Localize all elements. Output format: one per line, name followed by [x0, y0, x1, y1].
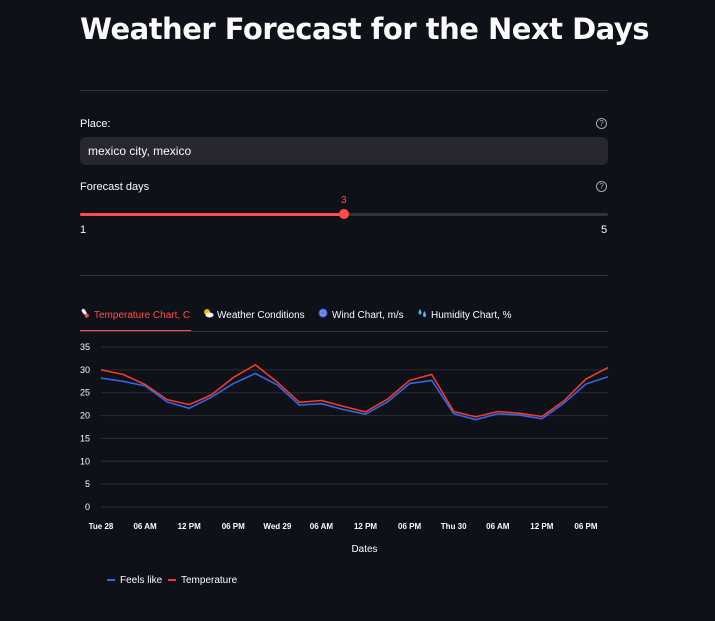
x-tick-label: 12 PM [530, 522, 553, 531]
slider-max-label: 5 [601, 224, 608, 236]
legend-feels-like[interactable]: Feels like [107, 575, 162, 586]
x-tick-label: Tue 28 [89, 522, 114, 531]
slider-value: 3 [341, 195, 347, 206]
y-tick-label: 35 [80, 342, 90, 352]
thermometer-icon [80, 308, 90, 320]
sun-behind-cloud-icon [203, 308, 214, 320]
legend-temperature[interactable]: Temperature [168, 575, 237, 586]
y-tick-label: 20 [80, 411, 90, 421]
x-tick-label: 12 PM [178, 522, 201, 531]
cyclone-icon [318, 308, 328, 320]
x-tick-label: 06 PM [574, 522, 597, 531]
x-tick-label: Wed 29 [263, 522, 291, 531]
place-input[interactable]: mexico city, mexico [80, 137, 608, 165]
temperature-line [100, 363, 609, 418]
tab-weather-conditions[interactable]: Weather Conditions [203, 308, 305, 321]
x-tick-label: 06 AM [486, 522, 510, 531]
x-tick-label: Thu 30 [441, 522, 467, 531]
forecast-days-help-icon[interactable]: ? [596, 181, 607, 192]
droplets-icon [417, 308, 427, 320]
y-tick-label: 5 [85, 479, 90, 489]
x-tick-label: 06 AM [310, 522, 334, 531]
tab-humidity-chart[interactable]: Humidity Chart, % [417, 308, 512, 321]
slider-min-label: 1 [80, 224, 87, 236]
x-tick-label: 06 PM [222, 522, 245, 531]
x-tick-label: 06 AM [133, 522, 157, 531]
slider-fill [80, 213, 344, 216]
tab-label: Weather Conditions [217, 310, 305, 321]
place-label: Place: [80, 118, 111, 130]
top-divider [80, 90, 608, 91]
tab-wind-chart[interactable]: Wind Chart, m/s [318, 308, 404, 321]
x-tick-label: 12 PM [354, 522, 377, 531]
y-tick-label: 30 [80, 365, 90, 375]
tabs-divider [80, 331, 608, 332]
feels-like-line [100, 372, 609, 421]
x-axis-title: Dates [351, 544, 377, 555]
middle-divider [80, 275, 608, 276]
temperature-line-chart: 0 5 10 15 20 25 30 35 Tue 28 06 AM 12 PM 06 PM Wed 2… [80, 342, 609, 555]
page-title: Weather Forecast for the Next Days [80, 12, 650, 46]
legend-label: Temperature [181, 575, 238, 586]
y-tick-label: 10 [80, 456, 90, 466]
feels-like-swatch [107, 579, 115, 582]
tab-label: Wind Chart, m/s [332, 310, 404, 321]
tab-label: Temperature Chart, C [94, 310, 191, 321]
legend-label: Feels like [120, 575, 163, 586]
y-tick-label: 25 [80, 388, 90, 398]
temperature-swatch [168, 579, 176, 582]
x-tick-label: 06 PM [398, 522, 421, 531]
tab-label: Humidity Chart, % [431, 310, 512, 321]
tab-temperature-chart[interactable]: Temperature Chart, C [80, 308, 190, 321]
chart-tabs: Temperature Chart, C Weather Conditions … [80, 304, 608, 332]
forecast-days-label: Forecast days [80, 181, 150, 193]
y-tick-label: 0 [85, 502, 90, 512]
y-tick-label: 15 [80, 433, 90, 443]
place-help-icon[interactable]: ? [596, 118, 607, 129]
slider-thumb[interactable] [339, 209, 349, 219]
